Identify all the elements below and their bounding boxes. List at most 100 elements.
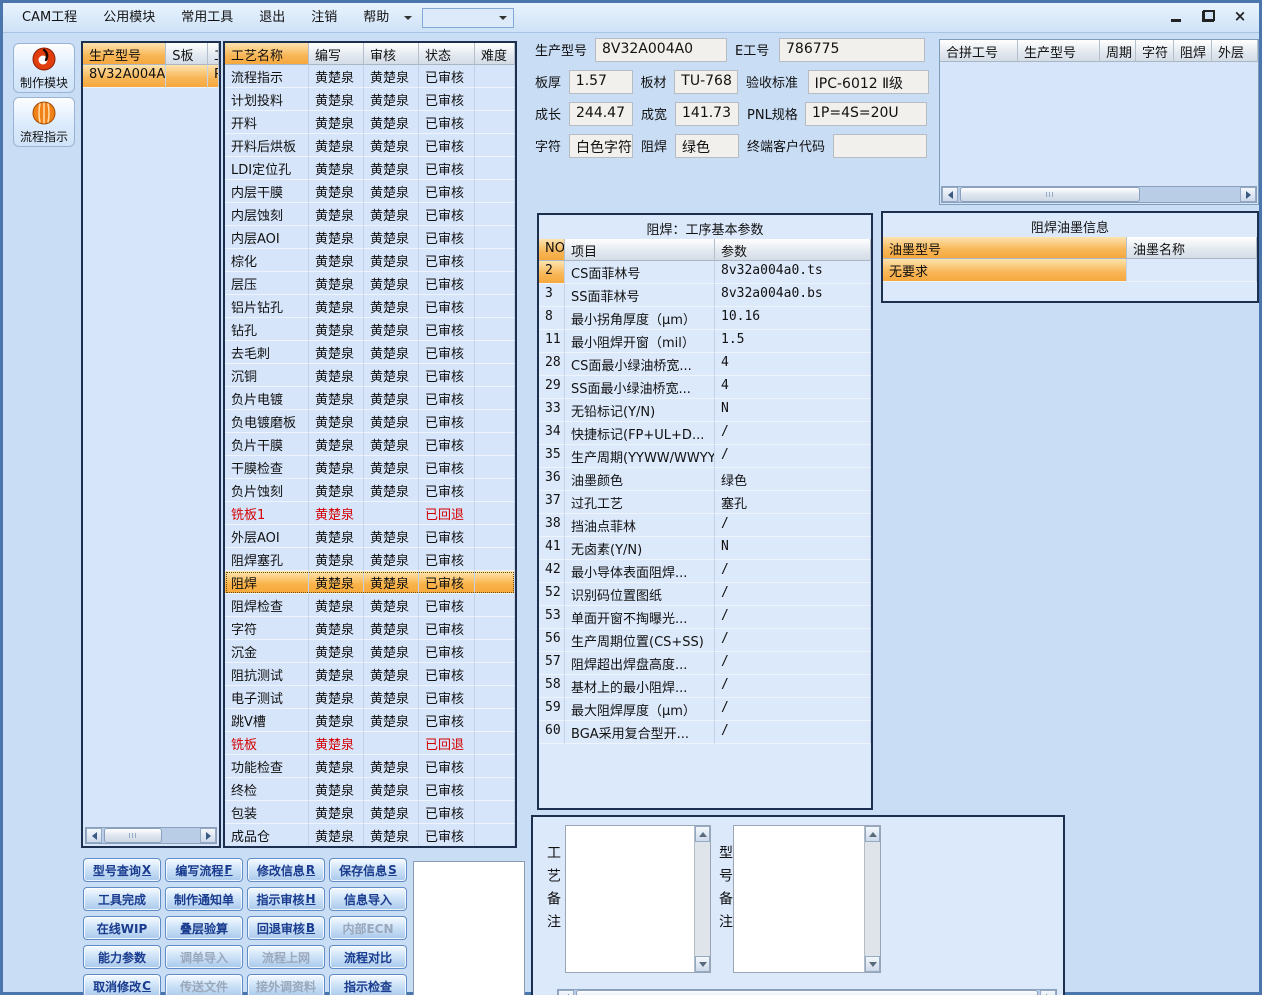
action-button-1-1[interactable]: 型号查询 X <box>83 858 161 882</box>
scroll-right-button[interactable] <box>1040 990 1056 995</box>
table-row[interactable]: 负片干膜 黄楚泉 黄楚泉 已审核 <box>225 433 515 456</box>
column-header[interactable]: 字符 <box>1136 40 1174 62</box>
table-row[interactable]: 35 生产周期(YYWW/WWYY) / <box>539 445 871 468</box>
table-row[interactable]: 铣板1 黄楚泉 已回退 <box>225 502 515 525</box>
column-header[interactable]: S板 <box>166 43 208 65</box>
action-button-4-1[interactable]: 能力参数 <box>83 945 161 969</box>
menu-item-4[interactable]: 退出 <box>246 4 298 32</box>
column-header[interactable]: 状态 <box>419 43 475 65</box>
table-row[interactable]: 沉金 黄楚泉 黄楚泉 已审核 <box>225 640 515 663</box>
table-row[interactable]: 开料 黄楚泉 黄楚泉 已审核 <box>225 111 515 134</box>
column-header[interactable]: 阻焊 <box>1174 40 1212 62</box>
column-header[interactable]: 工艺名称 <box>225 43 309 65</box>
column-header[interactable]: 难度 <box>475 43 515 65</box>
scroll-down-button[interactable] <box>865 956 880 972</box>
field-value[interactable]: 白色字符 <box>569 133 633 158</box>
table-row[interactable]: 字符 黄楚泉 黄楚泉 已审核 <box>225 617 515 640</box>
column-header[interactable]: 生产型号 <box>83 43 167 65</box>
restore-button[interactable] <box>1199 7 1217 25</box>
action-button-3-3[interactable]: 回退审核 B <box>247 916 325 940</box>
column-header[interactable]: 审核 <box>364 43 419 65</box>
table-row[interactable]: 36 油墨颜色 绿色 <box>539 468 871 491</box>
table-row[interactable]: 去毛刺 黄楚泉 黄楚泉 已审核 <box>225 341 515 364</box>
scrollbar-thumb[interactable] <box>960 187 1140 202</box>
scrollbar-thumb[interactable] <box>576 990 1038 995</box>
action-button-2-2[interactable]: 制作通知单 <box>165 887 243 911</box>
table-row[interactable]: 59 最大阻焊厚度（μm） / <box>539 698 871 721</box>
table-row[interactable]: 层压 黄楚泉 黄楚泉 已审核 <box>225 272 515 295</box>
table-row[interactable]: 负片电镀 黄楚泉 黄楚泉 已审核 <box>225 387 515 410</box>
action-button-1-4[interactable]: 保存信息 S <box>329 858 407 882</box>
table-row[interactable]: 铣板 黄楚泉 已回退 <box>225 732 515 755</box>
column-header[interactable]: 编写 <box>309 43 364 65</box>
scrollbar-thumb[interactable] <box>104 828 162 843</box>
table-row[interactable]: 53 单面开窗不掏曝光... / <box>539 606 871 629</box>
table-row[interactable]: 流程指示 黄楚泉 黄楚泉 已审核 <box>225 65 515 88</box>
table-row[interactable]: 负片蚀刻 黄楚泉 黄楚泉 已审核 <box>225 479 515 502</box>
table-row[interactable]: 铝片钻孔 黄楚泉 黄楚泉 已审核 <box>225 295 515 318</box>
table-row[interactable]: 电子测试 黄楚泉 黄楚泉 已审核 <box>225 686 515 709</box>
table-row[interactable]: 56 生产周期位置(CS+SS) / <box>539 629 871 652</box>
quick-select-combobox[interactable] <box>422 7 515 28</box>
scroll-down-button[interactable] <box>695 956 710 972</box>
action-button-4-4[interactable]: 流程对比 <box>329 945 407 969</box>
column-header[interactable]: 生产型号 <box>1018 40 1100 62</box>
field-value[interactable]: 绿色 <box>675 133 739 158</box>
table-row[interactable]: 成品仓 黄楚泉 黄楚泉 已审核 <box>225 824 515 846</box>
table-row[interactable]: 包装 黄楚泉 黄楚泉 已审核 <box>225 801 515 824</box>
table-row[interactable]: 41 无卤素(Y/N) N <box>539 537 871 560</box>
field-value[interactable] <box>833 133 927 158</box>
table-row[interactable]: 11 最小阻焊开窗（mil） 1.5 <box>539 330 871 353</box>
action-button-3-1[interactable]: 在线WIP <box>83 916 161 940</box>
table-row[interactable]: 内层AOI 黄楚泉 黄楚泉 已审核 <box>225 226 515 249</box>
column-header[interactable]: NO <box>539 239 565 261</box>
column-header[interactable]: 合拼工号 <box>940 40 1018 62</box>
field-value[interactable]: 8V32A004A0 <box>595 37 727 62</box>
close-button[interactable]: × <box>1231 7 1249 25</box>
make-module-button[interactable]: 制作模块 <box>13 43 75 93</box>
process-remark-textarea[interactable] <box>565 825 711 973</box>
table-row[interactable]: 37 过孔工艺 塞孔 <box>539 491 871 514</box>
scroll-up-button[interactable] <box>865 826 880 842</box>
table-row[interactable]: 负电镀磨板 黄楚泉 黄楚泉 已审核 <box>225 410 515 433</box>
table-row[interactable]: 33 无铅标记(Y/N) N <box>539 399 871 422</box>
column-header[interactable]: 工 <box>208 43 219 65</box>
field-value[interactable]: 1P=4S=20U <box>805 101 927 126</box>
field-value[interactable]: 786775 <box>779 37 925 62</box>
column-header[interactable]: 周期 <box>1100 40 1136 62</box>
action-button-2-3[interactable]: 指示审核 H <box>247 887 325 911</box>
table-row[interactable]: 52 识别码位置图纸 / <box>539 583 871 606</box>
table-row[interactable]: 57 阻焊超出焊盘高度... / <box>539 652 871 675</box>
table-row[interactable]: LDI定位孔 黄楚泉 黄楚泉 已审核 <box>225 157 515 180</box>
column-header[interactable]: 外层 <box>1212 40 1258 62</box>
field-value[interactable]: 244.47 <box>569 101 633 126</box>
field-value[interactable]: IPC-6012 Ⅱ级 <box>807 69 929 94</box>
menu-item-3[interactable]: 常用工具 <box>168 4 246 32</box>
table-row[interactable]: 干膜检查 黄楚泉 黄楚泉 已审核 <box>225 456 515 479</box>
table-row[interactable]: 棕化 黄楚泉 黄楚泉 已审核 <box>225 249 515 272</box>
action-button-5-4[interactable]: 指示检查 <box>329 974 407 995</box>
field-value[interactable]: 141.73 <box>675 101 739 126</box>
table-row[interactable]: 沉铜 黄楚泉 黄楚泉 已审核 <box>225 364 515 387</box>
column-header[interactable]: 项目 <box>565 239 715 261</box>
table-row[interactable]: 38 挡油点菲林 / <box>539 514 871 537</box>
scroll-left-button[interactable] <box>86 828 102 843</box>
table-row[interactable]: 内层蚀刻 黄楚泉 黄楚泉 已审核 <box>225 203 515 226</box>
action-button-2-1[interactable]: 工具完成 <box>83 887 161 911</box>
flow-indicator-button[interactable]: 流程指示 <box>13 97 75 147</box>
minimize-button[interactable] <box>1167 7 1185 25</box>
table-row[interactable]: 8V32A004A0 P <box>83 65 219 88</box>
action-button-3-2[interactable]: 叠层验算 <box>165 916 243 940</box>
table-row[interactable]: 阻焊塞孔 黄楚泉 黄楚泉 已审核 <box>225 548 515 571</box>
table-row[interactable]: 3 SS面菲林号 8v32a004a0.bs <box>539 284 871 307</box>
table-row[interactable]: 8 最小拐角厚度（μm） 10.16 <box>539 307 871 330</box>
table-row[interactable]: 2 CS面菲林号 8v32a004a0.ts <box>539 261 871 284</box>
action-button-1-2[interactable]: 编写流程 F <box>165 858 243 882</box>
action-button-1-3[interactable]: 修改信息 R <box>247 858 325 882</box>
table-row[interactable]: 29 SS面最小绿油桥宽... 4 <box>539 376 871 399</box>
table-row[interactable]: 开料后烘板 黄楚泉 黄楚泉 已审核 <box>225 134 515 157</box>
field-value[interactable]: 1.57 <box>568 69 633 94</box>
table-row[interactable]: 内层干膜 黄楚泉 黄楚泉 已审核 <box>225 180 515 203</box>
table-row[interactable]: 阻抗测试 黄楚泉 黄楚泉 已审核 <box>225 663 515 686</box>
model-remark-textarea[interactable] <box>733 825 881 973</box>
